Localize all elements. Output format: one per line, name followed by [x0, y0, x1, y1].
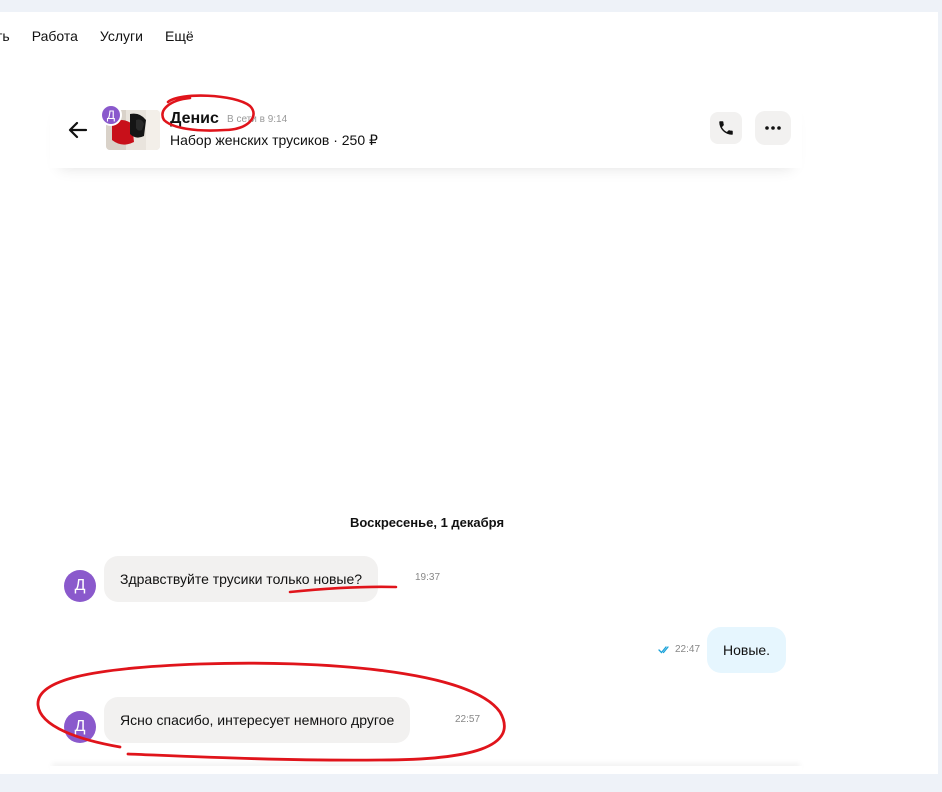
message-bubble-incoming: Ясно спасибо, интересует немного другое	[104, 697, 411, 743]
message-text: Новые.	[723, 642, 771, 658]
more-horizontal-icon	[765, 126, 781, 130]
window-bottom-frame	[0, 774, 942, 792]
contact-name[interactable]: Денис	[170, 110, 219, 128]
listing-title[interactable]: Набор женских трусиков · 250 ₽	[170, 132, 378, 149]
call-button[interactable]	[710, 112, 742, 144]
double-check-icon	[658, 646, 669, 654]
message-time: 22:57	[455, 714, 481, 725]
messenger-page: ть Работа Услуги Ещё Д Денис В сети в 9:…	[0, 12, 938, 774]
contact-avatar[interactable]: Д	[64, 711, 96, 743]
message-time: 22:47	[675, 644, 701, 655]
composer-edge	[50, 766, 802, 774]
message-bubble-outgoing: Новые.	[707, 627, 787, 673]
phone-icon	[719, 121, 733, 135]
chat-header: Д Денис В сети в 9:14 Набор женских трус…	[50, 96, 802, 168]
message-text: Здравствуйте трусики только новые?	[120, 571, 363, 587]
online-status: В сети в 9:14	[227, 114, 288, 125]
top-nav: ть Работа Услуги Ещё	[0, 12, 216, 60]
message-text: Ясно спасибо, интересует немного другое	[120, 712, 395, 728]
message-bubble-incoming: Здравствуйте трусики только новые?	[104, 556, 379, 602]
contact-avatar[interactable]: Д	[64, 570, 96, 602]
more-options-button[interactable]	[755, 111, 791, 145]
date-separator: Воскресенье, 1 декабря	[349, 515, 505, 530]
nav-item-services[interactable]: Услуги	[100, 28, 143, 44]
nav-item-work[interactable]: Работа	[32, 28, 78, 44]
message-time: 19:37	[415, 572, 441, 583]
window-top-frame	[0, 0, 942, 12]
back-button[interactable]	[66, 118, 90, 142]
contact-avatar-mini: Д	[100, 104, 122, 126]
nav-item-truncated[interactable]: ть	[0, 28, 10, 44]
nav-item-more[interactable]: Ещё	[165, 28, 194, 44]
arrow-left-icon	[68, 121, 88, 139]
